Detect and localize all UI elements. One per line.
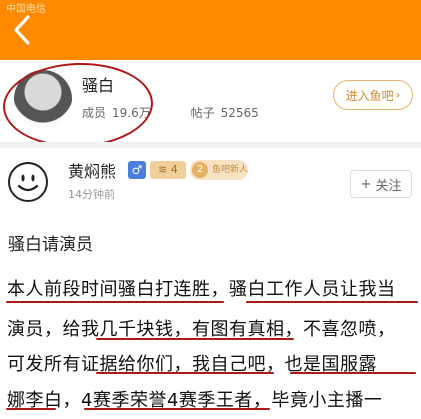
back-arrow-icon bbox=[14, 15, 30, 45]
red-underline-annotation bbox=[84, 408, 270, 410]
fish-badge-number: 2 bbox=[192, 162, 208, 178]
status-bar-carrier: 中国电信 bbox=[6, 4, 46, 15]
back-button[interactable] bbox=[10, 14, 36, 46]
author-avatar[interactable] bbox=[8, 162, 48, 202]
posts-label: 帖子 bbox=[190, 106, 215, 120]
plus-icon: + bbox=[360, 176, 372, 192]
red-underline-annotation bbox=[96, 338, 294, 340]
male-gender-icon: ♂ bbox=[128, 161, 146, 179]
smiley-face-icon bbox=[17, 174, 39, 192]
author-name[interactable]: 黄焖熊 bbox=[68, 158, 116, 182]
fish-fan-badge: 2 鱼吧新人 bbox=[190, 160, 248, 180]
red-underline-annotation bbox=[6, 301, 224, 303]
follow-button[interactable]: + 关注 bbox=[350, 170, 412, 198]
post-title: 骚白请演员 bbox=[8, 235, 93, 255]
red-underline-annotation bbox=[6, 408, 56, 410]
post-body-line: 本人前段时间骚白打连胜，骚白工作人员让我当 bbox=[7, 279, 396, 300]
fish-badge-text: 鱼吧新人 bbox=[212, 165, 249, 175]
red-underline-annotation bbox=[96, 372, 274, 374]
red-underline-annotation bbox=[246, 301, 418, 303]
level-badge: ≋ 4 bbox=[150, 161, 186, 179]
top-navigation-bar: 中国电信 bbox=[0, 0, 421, 60]
section-divider bbox=[0, 142, 421, 148]
post-time: 14分钟前 bbox=[68, 188, 115, 201]
chevron-right-icon: › bbox=[395, 88, 401, 102]
enter-forum-button[interactable]: 进入鱼吧 › bbox=[333, 80, 413, 110]
follow-label: 关注 bbox=[375, 178, 402, 194]
red-underline-annotation bbox=[290, 372, 416, 374]
enter-forum-label: 进入鱼吧 bbox=[345, 88, 394, 103]
posts-value: 52565 bbox=[220, 106, 259, 120]
